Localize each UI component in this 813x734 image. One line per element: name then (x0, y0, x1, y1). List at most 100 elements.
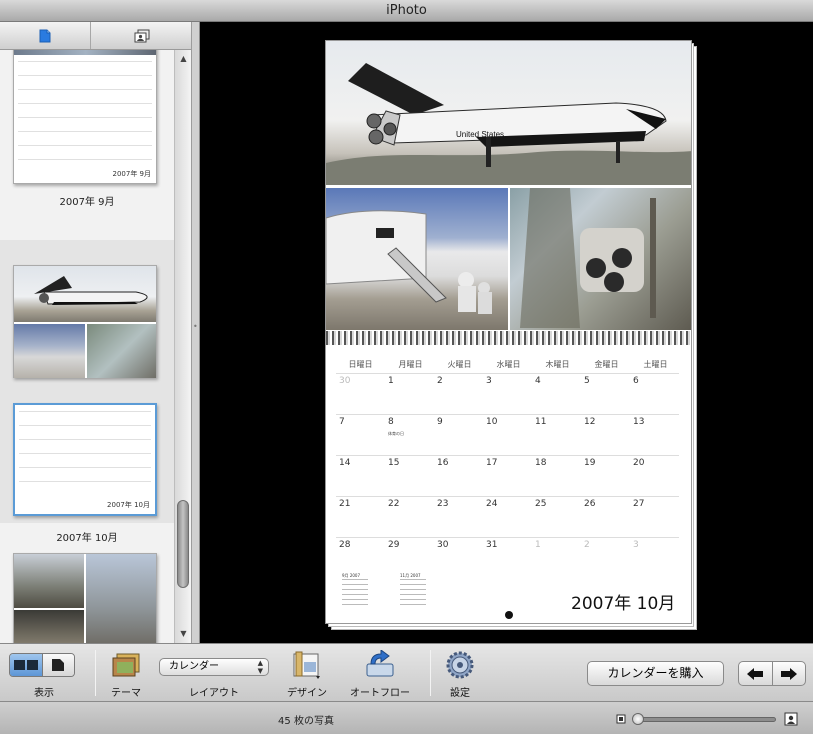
weekday-label: 月曜日 (398, 360, 423, 369)
zoom-slider-knob[interactable] (632, 713, 644, 725)
two-page-icon (13, 660, 38, 670)
calendar-day-cell[interactable]: 18 (532, 455, 581, 495)
prev-month-mini-calendar: 9月 2007 (342, 573, 368, 607)
tab-single-page[interactable] (0, 22, 91, 49)
calendar-day-cell[interactable]: 28 (336, 537, 385, 577)
page-navigation[interactable] (738, 661, 806, 686)
design-button[interactable]: デザイン (284, 650, 330, 699)
page-thumbnail-list[interactable]: 2007年 9月 2007年 9月 2007年 10月 2007年 10月 (0, 50, 174, 643)
calendar-day-cell[interactable]: 26 (581, 496, 630, 536)
calendar-day-cell[interactable]: 14 (336, 455, 385, 495)
page-item-september[interactable]: 2007年 9月 2007年 9月 (0, 50, 174, 240)
photo-ground-crew[interactable] (326, 188, 508, 330)
calendar-day-cell[interactable]: 10 (483, 414, 532, 454)
calendar-day-cell[interactable]: 16 (434, 455, 483, 495)
window-title: iPhoto (386, 3, 427, 18)
theme-button[interactable]: テーマ (108, 652, 144, 699)
calendar-day-cell[interactable]: 13 (630, 414, 679, 454)
settings-label: 設定 (450, 688, 470, 699)
calendar-day-cell[interactable]: 17 (483, 455, 532, 495)
day-number: 7 (339, 417, 345, 427)
single-page-view-button[interactable] (42, 654, 74, 676)
day-number: 17 (486, 458, 498, 468)
day-number: 24 (486, 499, 498, 509)
photos-stack-icon (134, 29, 149, 42)
calendar-day-cell[interactable]: 15 (385, 455, 434, 495)
calendar-day-cell[interactable]: 8 体育の日 (385, 414, 434, 454)
zoom-slider[interactable] (636, 717, 776, 722)
page-thumbnail[interactable]: 2007年 9月 (13, 50, 157, 184)
calendar-day-cell[interactable]: 31 (483, 537, 532, 577)
weekday-label: 木曜日 (545, 360, 570, 369)
calendar-day-cell[interactable]: 12 (581, 414, 630, 454)
design-label: デザイン (287, 688, 327, 699)
calendar-day-cell[interactable]: 24 (483, 496, 532, 536)
calendar-day-cell[interactable]: 29 (385, 537, 434, 577)
page-item-next[interactable] (0, 550, 174, 643)
day-number: 9 (437, 417, 443, 427)
page-thumbnail-photos[interactable] (13, 553, 157, 643)
calendar-day-cell[interactable]: 9 (434, 414, 483, 454)
scroll-thumb[interactable] (177, 500, 189, 588)
thumb-photo-ground-crew (14, 324, 85, 378)
day-number: 11 (535, 417, 547, 427)
buy-calendar-button[interactable]: カレンダーを購入 (587, 661, 724, 686)
mini-calendar-grid (342, 579, 368, 607)
calendar-day-cell[interactable]: 20 (630, 455, 679, 495)
calendar-day-cell[interactable]: 5 (581, 373, 630, 413)
calendar-day-cell[interactable]: 6 (630, 373, 679, 413)
calendar-day-cell[interactable]: 4 (532, 373, 581, 413)
calendar-day-cell[interactable]: 7 (336, 414, 385, 454)
calendar-day-cell[interactable]: 2 (434, 373, 483, 413)
calendar-day-cell[interactable]: 1 (385, 373, 434, 413)
calendar-day-cell[interactable]: 22 (385, 496, 434, 536)
day-number: 3 (633, 540, 639, 550)
thumb-photo-gantry (86, 554, 156, 643)
zoom-small-icon (616, 714, 626, 724)
thumb-month-label: 2007年 10月 (107, 501, 150, 509)
page-item-october[interactable]: 2007年 10月 2007年 10月 (0, 240, 174, 544)
sidebar-scrollbar[interactable]: ▲ ▼ (174, 50, 191, 643)
settings-button[interactable]: 設定 (443, 650, 477, 699)
day-number: 21 (339, 499, 351, 509)
calendar-day-cell[interactable]: 30 (336, 373, 385, 413)
day-number: 4 (535, 376, 541, 386)
calendar-day-cell[interactable]: 2 (581, 537, 630, 577)
two-page-view-button[interactable] (10, 654, 43, 676)
calendar-day-cell[interactable]: 19 (581, 455, 630, 495)
month-title[interactable]: 2007年 10月 (571, 589, 675, 614)
scroll-down-icon[interactable]: ▼ (175, 627, 192, 641)
page-thumbnail-calendar[interactable]: 2007年 10月 (13, 403, 157, 516)
scroll-up-icon[interactable]: ▲ (175, 52, 192, 66)
calendar-day-cell[interactable]: 3 (483, 373, 532, 413)
calendar-spiral-binding (326, 331, 691, 345)
calendar-day-cell[interactable]: 3 (630, 537, 679, 577)
calendar-day-cell[interactable]: 25 (532, 496, 581, 536)
day-number: 30 (339, 376, 351, 386)
view-toggle[interactable] (9, 653, 75, 677)
next-page-button[interactable] (773, 662, 806, 685)
previous-page-button[interactable] (739, 662, 773, 685)
calendar-page[interactable]: United States 日曜日 月曜日 火曜日 水曜日 木曜日 金曜日 土曜… (325, 40, 692, 624)
day-number: 28 (339, 540, 351, 550)
calendar-day-cell[interactable]: 30 (434, 537, 483, 577)
autoflow-button[interactable]: オートフロー (344, 649, 416, 699)
calendar-day-cell[interactable]: 21 (336, 496, 385, 536)
thumb-photo (14, 50, 156, 55)
calendar-day-cell[interactable]: 11 (532, 414, 581, 454)
theme-label: テーマ (111, 688, 141, 699)
tab-photo-browser[interactable] (92, 22, 191, 49)
photo-shuttle-landing[interactable]: United States (326, 41, 691, 185)
page-thumbnail-photos[interactable] (13, 265, 157, 378)
autoflow-label: オートフロー (350, 688, 410, 699)
calendar-day-cell[interactable]: 1 (532, 537, 581, 577)
toolbar-divider (95, 650, 96, 696)
status-bar: 45 枚の写真 (0, 701, 813, 734)
holiday-note: 体育の日 (388, 431, 404, 436)
layout-popup[interactable]: カレンダー ▲ ▼ (159, 658, 269, 676)
calendar-day-cell[interactable]: 23 (434, 496, 483, 536)
calendar-day-cell[interactable]: 27 (630, 496, 679, 536)
photo-launch-pad[interactable] (510, 188, 691, 330)
pane-splitter[interactable]: • (192, 22, 200, 643)
thumb-photo-shuttle (14, 266, 156, 322)
